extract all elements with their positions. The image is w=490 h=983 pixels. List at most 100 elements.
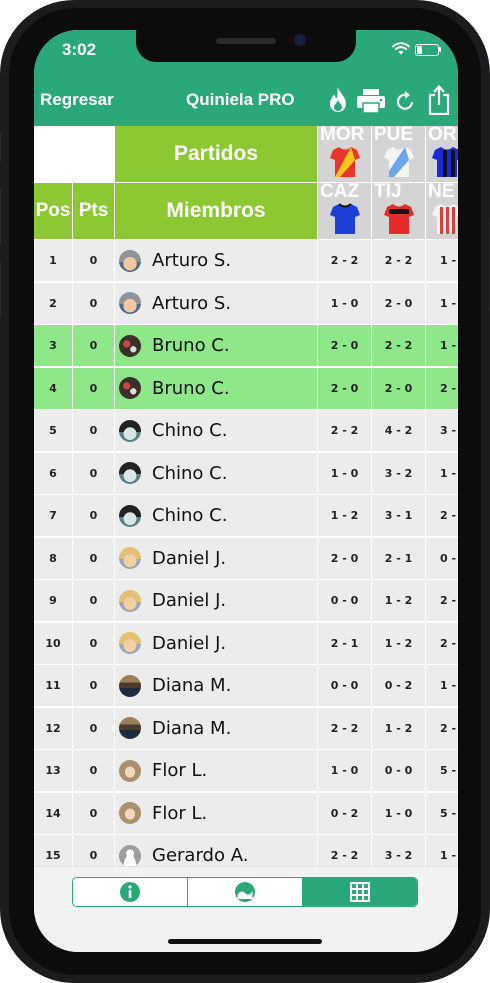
prediction-cell: 2 - 0	[372, 367, 425, 409]
position-cell: 2	[34, 282, 72, 324]
position-cell: 9	[34, 580, 72, 621]
prediction-cell: 2 - 0	[372, 282, 425, 324]
position-cell: 15	[34, 835, 72, 866]
member-cell[interactable]: Diana M.	[115, 665, 317, 706]
member-cell[interactable]: Arturo S.	[115, 240, 317, 281]
table-row[interactable]: 10 0 Daniel J. 2 - 11 - 22 -	[34, 622, 458, 665]
prediction-cell: 1 -	[426, 665, 458, 706]
member-cell[interactable]: Diana M.	[115, 707, 317, 749]
member-cell[interactable]: Chino C.	[115, 410, 317, 451]
avatar	[119, 547, 141, 569]
prediction-cell: 1 - 0	[318, 282, 371, 324]
team-abbr: CAZ	[320, 183, 360, 202]
member-cell[interactable]: Bruno C.	[115, 325, 317, 366]
table-row[interactable]: 5 0 Chino C. 2 - 24 - 23 -	[34, 410, 458, 452]
table-row[interactable]: 9 0 Daniel J. 0 - 01 - 22 -	[34, 580, 458, 622]
team-header-or[interactable]: OR	[426, 126, 458, 182]
prediction-cell: 5 -	[426, 750, 458, 791]
tab-stats[interactable]	[188, 878, 303, 906]
table-row[interactable]: 12 0 Diana M. 2 - 21 - 22 -	[34, 707, 458, 750]
front-camera	[294, 34, 306, 46]
avatar	[119, 504, 141, 527]
prediction-cell: 2 - 0	[318, 325, 371, 366]
avatar	[119, 674, 141, 697]
prediction-cell: 1 - 0	[318, 750, 371, 791]
volume-down-button	[0, 262, 1, 320]
team-header-tij[interactable]: TIJ	[372, 183, 425, 239]
table-row[interactable]: 14 0 Flor L. 0 - 21 - 05 -	[34, 792, 458, 835]
jersey-icon	[432, 204, 458, 234]
member-cell[interactable]: Gerardo A.	[115, 835, 317, 866]
member-cell[interactable]: Flor L.	[115, 750, 317, 791]
refresh-icon[interactable]	[396, 90, 416, 112]
team-header-mor[interactable]: MOR	[318, 126, 371, 182]
points-cell: 0	[73, 367, 114, 409]
prediction-cell: 2 - 0	[318, 537, 371, 579]
print-icon[interactable]	[356, 88, 386, 114]
member-cell[interactable]: Chino C.	[115, 495, 317, 536]
prediction-cell: 1 - 0	[318, 452, 371, 494]
table-row[interactable]: 7 0 Chino C. 1 - 23 - 12 -	[34, 495, 458, 537]
back-button[interactable]: Regresar	[40, 90, 114, 110]
member-cell[interactable]: Flor L.	[115, 792, 317, 834]
jersey-icon	[330, 147, 360, 177]
prediction-cell: 0 - 2	[318, 792, 371, 834]
prediction-cell: 5 -	[426, 792, 458, 834]
table-row[interactable]: 2 0 Arturo S. 1 - 02 - 01 -	[34, 282, 458, 325]
tab-info[interactable]	[73, 878, 188, 906]
team-abbr: NE	[428, 183, 455, 202]
miembros-header[interactable]: Miembros	[115, 183, 317, 239]
member-cell[interactable]: Arturo S.	[115, 282, 317, 324]
member-cell[interactable]: Daniel J.	[115, 580, 317, 621]
avatar	[119, 334, 141, 357]
prediction-cell: 2 - 0	[318, 367, 371, 409]
avatar	[119, 419, 141, 442]
flame-icon[interactable]	[328, 86, 348, 114]
avatar	[119, 249, 141, 272]
member-name: Daniel J.	[152, 547, 227, 569]
member-cell[interactable]: Bruno C.	[115, 367, 317, 409]
table-row[interactable]: 1 0 Arturo S. 2 - 22 - 21 -	[34, 240, 458, 282]
table-row[interactable]: 13 0 Flor L. 1 - 00 - 05 -	[34, 750, 458, 792]
position-cell: 11	[34, 665, 72, 706]
member-cell[interactable]: Chino C.	[115, 452, 317, 494]
jersey-icon	[432, 147, 458, 177]
table-row[interactable]: 15 0 Gerardo A. 2 - 23 - 21 -	[34, 835, 458, 866]
member-name: Daniel J.	[152, 632, 227, 654]
prediction-cell: 2 - 1	[318, 622, 371, 664]
table-row[interactable]: 8 0 Daniel J. 2 - 02 - 10 -	[34, 537, 458, 580]
points-cell: 0	[73, 537, 114, 579]
prediction-cell: 2 - 2	[318, 240, 371, 281]
member-name: Chino C.	[152, 420, 228, 441]
prediction-cell: 1 -	[426, 325, 458, 366]
prediction-cell: 1 - 2	[318, 495, 371, 536]
share-icon[interactable]	[427, 85, 451, 115]
prediction-cell: 2 - 2	[318, 707, 371, 749]
member-cell[interactable]: Daniel J.	[115, 622, 317, 664]
tab-grid[interactable]	[303, 878, 417, 906]
position-cell: 1	[34, 240, 72, 281]
team-header-caz[interactable]: CAZ	[318, 183, 371, 239]
position-cell: 10	[34, 622, 72, 664]
pos-header[interactable]: Pos	[34, 183, 72, 239]
team-header-ne[interactable]: NE	[426, 183, 458, 239]
position-cell: 12	[34, 707, 72, 749]
prediction-cell: 1 - 2	[372, 707, 425, 749]
table-row[interactable]: 11 0 Diana M. 0 - 00 - 21 -	[34, 665, 458, 707]
position-cell: 7	[34, 495, 72, 536]
prediction-cell: 0 - 2	[372, 665, 425, 706]
team-abbr: MOR	[320, 126, 365, 145]
member-name: Flor L.	[152, 760, 208, 781]
avatar	[119, 717, 141, 739]
table-row[interactable]: 3 0 Bruno C. 2 - 02 - 21 -	[34, 325, 458, 367]
member-cell[interactable]: Daniel J.	[115, 537, 317, 579]
position-cell: 8	[34, 537, 72, 579]
pts-header[interactable]: Pts	[73, 183, 114, 239]
member-name: Bruno C.	[152, 377, 230, 399]
battery-tip	[439, 47, 441, 52]
team-abbr: TIJ	[374, 183, 402, 202]
team-header-pue[interactable]: PUE	[372, 126, 425, 182]
table-row[interactable]: 6 0 Chino C. 1 - 03 - 21 -	[34, 452, 458, 495]
table-row[interactable]: 4 0 Bruno C. 2 - 02 - 02 -	[34, 367, 458, 410]
notch	[136, 30, 356, 62]
